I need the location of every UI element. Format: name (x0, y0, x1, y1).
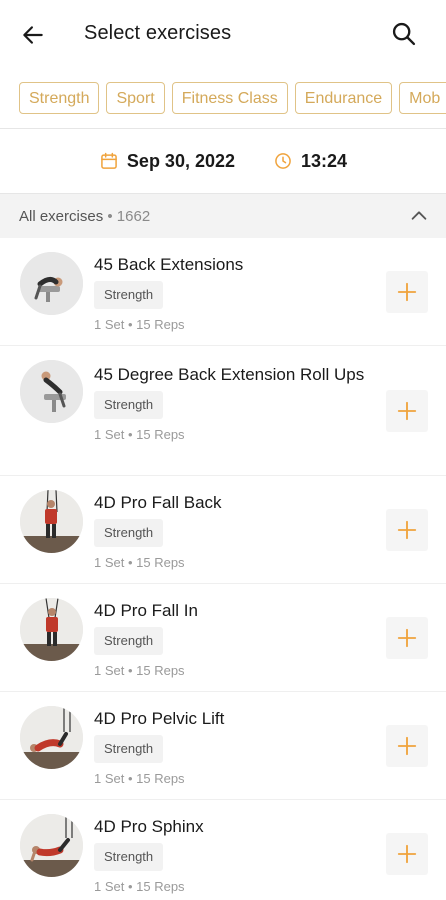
calendar-icon (101, 152, 117, 169)
chip-sport[interactable]: Sport (106, 82, 165, 114)
chevron-up-icon[interactable] (408, 205, 430, 227)
section-label: All exercises (19, 207, 104, 225)
sets-reps: 1 Set • 15 Reps (94, 879, 185, 894)
category-tag: Strength (94, 627, 164, 655)
plus-icon (397, 736, 417, 756)
exercise-info: 4D Pro Fall Back Strength 1 Set • 15 Rep… (94, 492, 376, 570)
exercise-thumbnail (20, 360, 83, 423)
time-value: 13:24 (301, 150, 348, 171)
app-screen: Select exercises Strength Sport Fitness … (0, 0, 446, 900)
add-exercise-button[interactable] (386, 617, 428, 659)
exercise-thumbnail (20, 252, 83, 315)
plus-icon (397, 401, 417, 421)
search-icon[interactable] (390, 20, 418, 48)
date-time-row: Sep 30, 2022 13:24 (0, 129, 446, 193)
exercise-info: 4D Pro Fall In Strength 1 Set • 15 Reps (94, 600, 376, 678)
exercise-row[interactable]: 45 Back Extensions Strength 1 Set • 15 R… (0, 238, 446, 346)
exercise-name: 4D Pro Pelvic Lift (94, 709, 225, 728)
sets-reps: 1 Set • 15 Reps (94, 427, 185, 442)
add-exercise-button[interactable] (386, 833, 428, 875)
section-title: All exercises • 1662 (19, 208, 150, 225)
add-exercise-button[interactable] (386, 509, 428, 551)
date-selector[interactable]: Sep 30, 2022 (99, 151, 235, 172)
top-bar: Select exercises (0, 0, 446, 68)
page-title: Select exercises (84, 22, 232, 44)
exercise-thumbnail (20, 814, 83, 877)
chip-strength[interactable]: Strength (19, 82, 100, 114)
exercise-row[interactable]: 4D Pro Fall In Strength 1 Set • 15 Reps (0, 584, 446, 692)
category-tag: Strength (94, 843, 164, 871)
exercise-count: 1662 (116, 207, 151, 225)
exercise-info: 4D Pro Pelvic Lift Strength 1 Set • 15 R… (94, 708, 376, 786)
arrow-left-icon[interactable] (20, 22, 46, 48)
exercise-thumbnail (20, 706, 83, 769)
category-tag: Strength (94, 281, 164, 309)
exercise-thumbnail (20, 598, 83, 661)
exercise-row[interactable]: 4D Pro Fall Back Strength 1 Set • 15 Rep… (0, 476, 446, 584)
exercise-info: 45 Degree Back Extension Roll Ups Streng… (94, 364, 376, 442)
chip-fitness-class[interactable]: Fitness Class (171, 82, 288, 114)
exercise-name: 45 Back Extensions (94, 255, 244, 274)
sets-reps: 1 Set • 15 Reps (94, 771, 185, 786)
exercise-info: 4D Pro Sphinx Strength 1 Set • 15 Reps (94, 816, 376, 894)
exercise-name: 45 Degree Back Extension Roll Ups (94, 365, 365, 384)
category-tag: Strength (94, 735, 164, 763)
time-selector[interactable]: 13:24 (273, 151, 347, 172)
category-chips: Strength Sport Fitness Class Endurance M… (0, 68, 446, 128)
chip-endurance[interactable]: Endurance (294, 82, 393, 114)
exercise-row[interactable]: 45 Degree Back Extension Roll Ups Streng… (0, 346, 446, 476)
exercise-name: 4D Pro Fall Back (94, 493, 222, 512)
date-value: Sep 30, 2022 (126, 150, 236, 171)
exercise-list: 45 Back Extensions Strength 1 Set • 15 R… (0, 238, 446, 900)
sets-reps: 1 Set • 15 Reps (94, 317, 185, 332)
add-exercise-button[interactable] (386, 390, 428, 432)
plus-icon (397, 628, 417, 648)
category-tag: Strength (94, 391, 164, 419)
plus-icon (397, 282, 417, 302)
exercise-name: 4D Pro Fall In (94, 601, 198, 620)
clock-icon (275, 153, 291, 169)
exercise-row[interactable]: 4D Pro Sphinx Strength 1 Set • 15 Reps (0, 800, 446, 900)
plus-icon (397, 520, 417, 540)
chip-mobility[interactable]: Mob (399, 82, 446, 114)
exercise-info: 45 Back Extensions Strength 1 Set • 15 R… (94, 254, 376, 332)
sets-reps: 1 Set • 15 Reps (94, 663, 185, 678)
add-exercise-button[interactable] (386, 271, 428, 313)
section-separator: • (103, 207, 117, 225)
category-tag: Strength (94, 519, 164, 547)
sets-reps: 1 Set • 15 Reps (94, 555, 185, 570)
plus-icon (397, 844, 417, 864)
exercise-row[interactable]: 4D Pro Pelvic Lift Strength 1 Set • 15 R… (0, 692, 446, 800)
section-header[interactable]: All exercises • 1662 (0, 193, 446, 238)
exercise-name: 4D Pro Sphinx (94, 817, 204, 836)
exercise-thumbnail (20, 490, 83, 553)
add-exercise-button[interactable] (386, 725, 428, 767)
